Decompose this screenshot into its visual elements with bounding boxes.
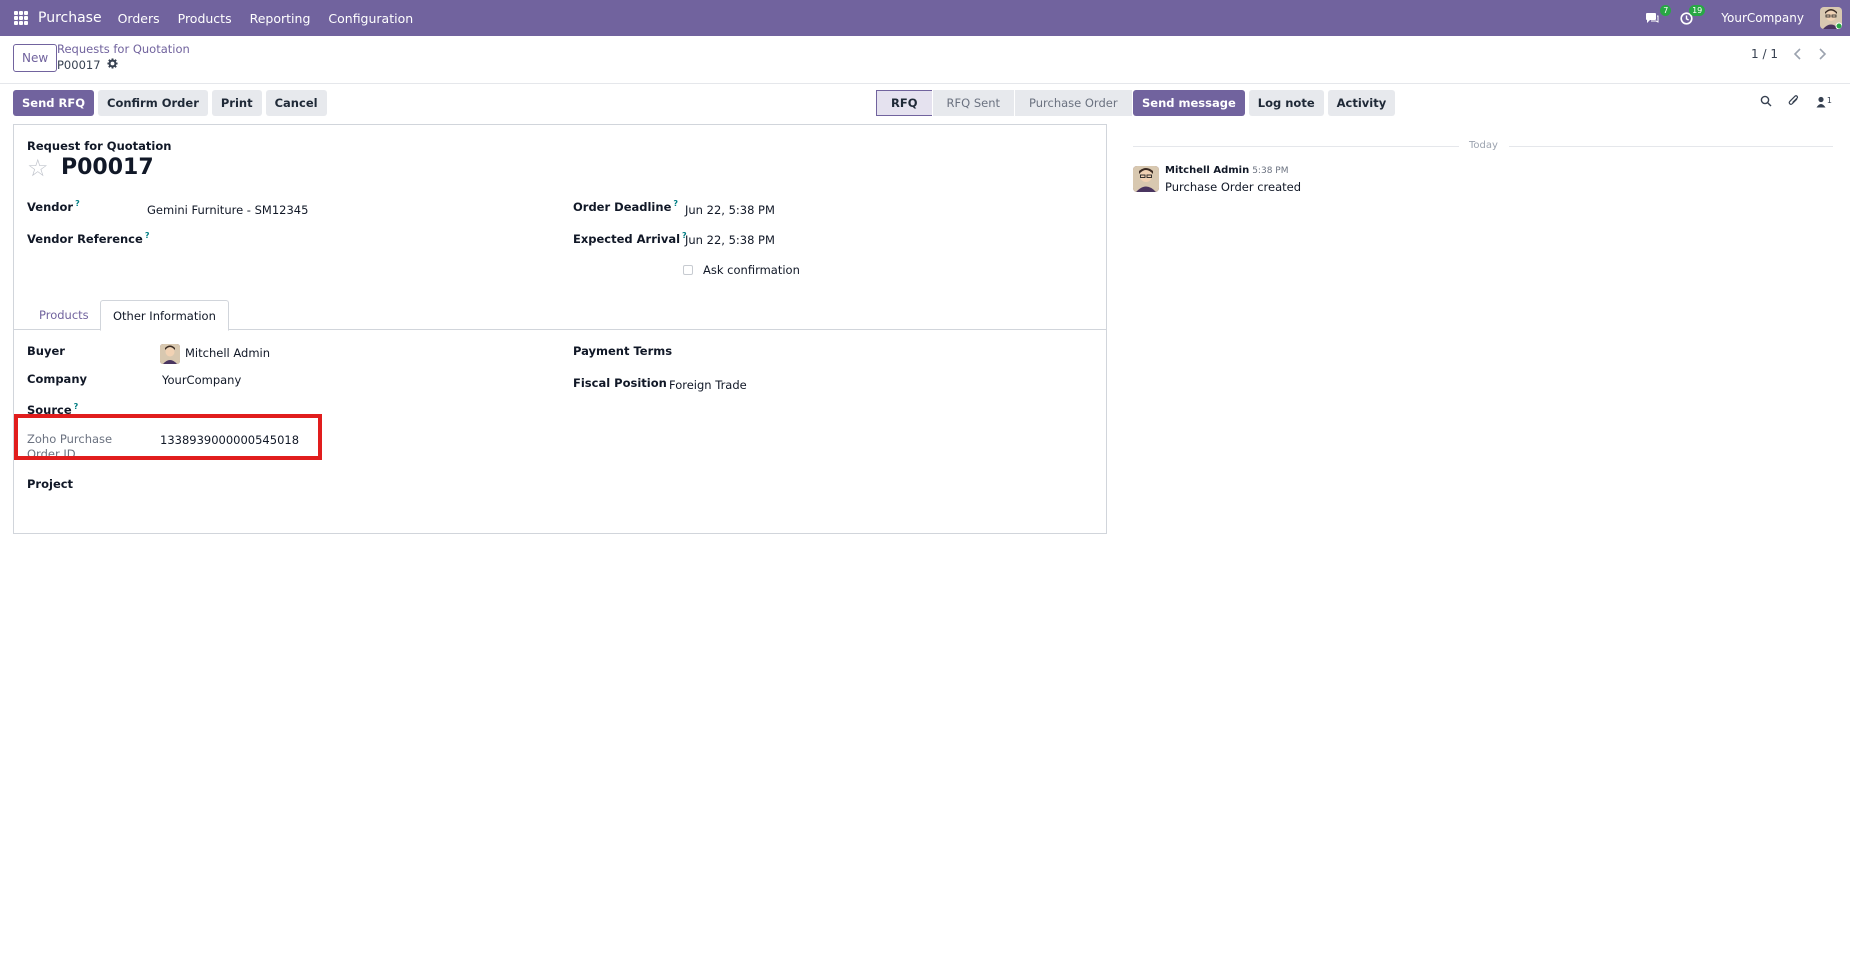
paperclip-icon[interactable] [1788,94,1800,110]
order-deadline-field[interactable]: Jun 22, 5:38 PM [685,203,775,217]
order-deadline-label: Order Deadline? [573,199,679,214]
messages-badge: 7 [1660,5,1672,16]
new-button[interactable]: New [13,44,58,72]
message-author-avatar[interactable] [1133,166,1159,192]
activities-badge: 19 [1689,5,1706,16]
company-label: Company [27,372,87,386]
send-message-button[interactable]: Send message [1133,90,1245,116]
person-icon [1816,96,1826,108]
buyer-avatar [160,344,180,364]
company-switcher[interactable]: YourCompany [1721,11,1804,25]
message-author-name[interactable]: Mitchell Admin [1165,165,1249,176]
breadcrumb: Requests for Quotation P00017 [57,42,190,72]
vendor-reference-field[interactable] [147,231,527,247]
chatter-actions: Send message Log note Activity [1133,90,1396,116]
navbar-systray: 7 19 YourCompany [1643,0,1842,36]
status-step-rfq-sent[interactable]: RFQ Sent [932,90,1014,116]
message-body: Purchase Order created [1165,180,1302,194]
help-icon[interactable]: ? [74,402,79,411]
breadcrumb-parent-link[interactable]: Requests for Quotation [57,42,190,56]
pager-value[interactable]: 1 / 1 [1751,47,1778,61]
menu-orders[interactable]: Orders [118,11,160,26]
record-type-label: Request for Quotation [27,139,172,153]
expected-arrival-field[interactable]: Jun 22, 5:38 PM [685,233,775,247]
send-rfq-button[interactable]: Send RFQ [13,90,94,116]
fiscal-position-field[interactable]: Foreign Trade [669,378,747,392]
date-separator: Today [1133,140,1833,152]
help-icon[interactable]: ? [673,199,678,208]
tab-products[interactable]: Products [27,300,101,330]
followers-count: 1 [1826,96,1832,105]
menu-reporting[interactable]: Reporting [250,11,311,26]
pager-next-icon[interactable] [1816,46,1830,62]
buyer-label: Buyer [27,344,65,358]
company-field[interactable]: YourCompany [162,373,241,387]
messages-icon[interactable]: 7 [1643,5,1672,27]
vendor-label: Vendor? [27,199,80,214]
confirm-order-button[interactable]: Confirm Order [98,90,208,116]
ask-confirmation-label: Ask confirmation [703,263,800,277]
activities-clock-icon[interactable]: 19 [1677,5,1706,27]
notebook-tabs: Products Other Information [14,300,1106,331]
status-bar: RFQ RFQ Sent Purchase Order [876,90,1133,116]
main-menu: Orders Products Reporting Configuration [118,11,414,26]
search-icon[interactable] [1760,95,1772,110]
form-action-buttons: Send RFQ Confirm Order Print Cancel [13,90,327,116]
tab-other-information[interactable]: Other Information [100,300,229,331]
breadcrumb-current-label: P00017 [57,58,101,72]
pager-previous-icon[interactable] [1790,46,1804,62]
app-name[interactable]: Purchase [38,10,102,26]
highlight-box [14,414,322,460]
fiscal-position-label: Fiscal Position [573,376,667,390]
cancel-button[interactable]: Cancel [265,90,327,116]
page-title: P00017 [61,155,154,180]
user-avatar[interactable] [1820,7,1842,29]
top-navbar: Purchase Orders Products Reporting Confi… [0,0,1850,36]
apps-menu-icon[interactable] [14,11,28,25]
message-author: Mitchell Admin 5:38 PM [1165,165,1288,176]
breadcrumb-current: P00017 [57,58,190,72]
status-step-rfq[interactable]: RFQ [876,90,932,116]
activity-button[interactable]: Activity [1327,90,1396,116]
buyer-field[interactable]: Mitchell Admin [185,346,270,360]
project-label: Project [27,477,74,491]
menu-configuration[interactable]: Configuration [328,11,413,26]
print-button[interactable]: Print [211,90,262,116]
log-note-button[interactable]: Log note [1248,90,1324,116]
gear-icon[interactable] [106,58,118,72]
form-sheet: Request for Quotation ☆ P00017 Vendor? G… [13,124,1107,534]
status-step-purchase-order[interactable]: Purchase Order [1015,90,1132,116]
vendor-reference-label: Vendor Reference? [27,231,150,246]
control-panel: New Requests for Quotation P00017 1 / 1 [0,36,1850,84]
help-icon[interactable]: ? [75,199,80,208]
ask-confirmation-checkbox[interactable] [683,265,693,275]
message-time: 5:38 PM [1252,166,1289,176]
expected-arrival-label: Expected Arrival? [573,231,687,246]
star-icon[interactable]: ☆ [27,154,49,182]
vendor-field[interactable]: Gemini Furniture - SM12345 [147,203,308,217]
pager: 1 / 1 [1751,46,1830,62]
followers-button[interactable]: 1 [1816,96,1832,108]
menu-products[interactable]: Products [178,11,232,26]
chatter-tools: 1 [1760,94,1832,110]
payment-terms-label: Payment Terms [573,344,673,358]
date-separator-label: Today [1469,140,1498,151]
